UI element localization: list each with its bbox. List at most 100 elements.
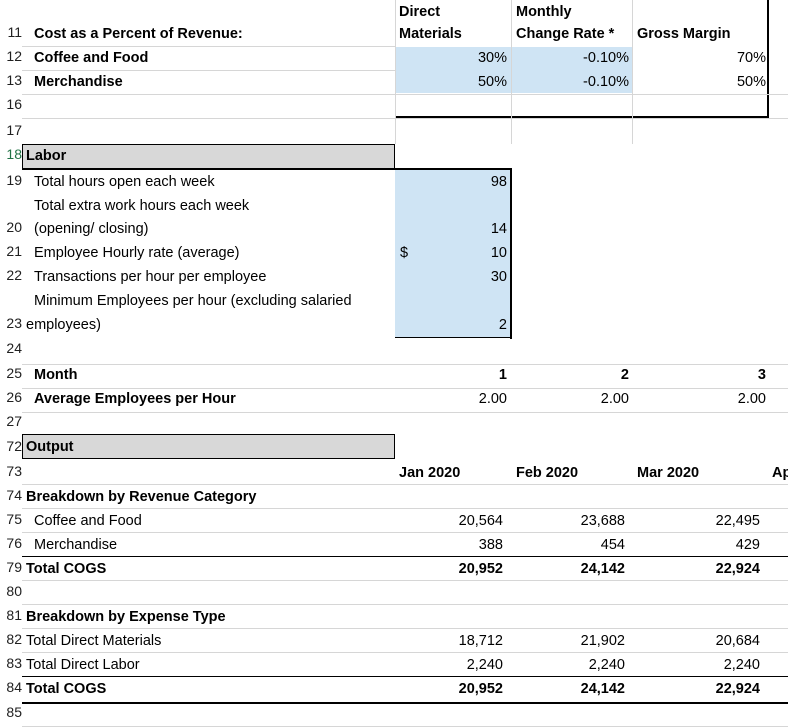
cost-percent-title[interactable]: Cost as a Percent of Revenue: xyxy=(34,24,243,44)
min-employees-label-line2[interactable]: employees) xyxy=(26,315,101,335)
cost-box-right xyxy=(767,0,769,118)
total-hours-label[interactable]: Total hours open each week xyxy=(34,172,215,192)
revenue-total-value[interactable]: 24,142 xyxy=(512,559,625,579)
expense-row-value[interactable]: 18,712 xyxy=(395,631,503,651)
row-header[interactable]: 83 xyxy=(0,655,22,671)
month-value[interactable]: 3 xyxy=(632,365,766,385)
labor-box-top xyxy=(22,168,512,170)
row-header[interactable]: 11 xyxy=(0,24,22,40)
row-header[interactable]: 13 xyxy=(0,72,22,88)
gross-margin-value[interactable]: 50% xyxy=(632,72,766,92)
direct-materials-header-line2[interactable]: Materials xyxy=(399,24,462,44)
row-number: 22 xyxy=(6,267,22,283)
expense-total-value[interactable]: 20,952 xyxy=(395,679,503,699)
change-rate-value[interactable]: -0.10% xyxy=(512,48,629,68)
expense-row-value[interactable]: 21,902 xyxy=(512,631,625,651)
row-header[interactable]: 26 xyxy=(0,389,22,405)
expense-row-label[interactable]: Total Direct Materials xyxy=(26,631,161,651)
labor-box-right xyxy=(510,168,512,339)
total-hours-value[interactable]: 98 xyxy=(395,172,507,192)
monthly-change-header-line2[interactable]: Change Rate * xyxy=(516,24,614,44)
extra-hours-value[interactable]: 14 xyxy=(395,219,507,239)
row-header[interactable]: 76 xyxy=(0,535,22,551)
expense-row-value[interactable]: 2,240 xyxy=(632,655,760,675)
row-header[interactable]: 20 xyxy=(0,219,22,235)
revenue-total-value[interactable]: 22,924 xyxy=(632,559,760,579)
expense-total-value[interactable]: 24,142 xyxy=(512,679,625,699)
output-column-header[interactable]: Mar 2020 xyxy=(637,463,699,483)
revenue-row-label[interactable]: Merchandise xyxy=(34,535,117,555)
row-header[interactable]: 25 xyxy=(0,365,22,381)
row-header[interactable]: 82 xyxy=(0,631,22,647)
hourly-rate-value[interactable]: 10 xyxy=(395,243,507,263)
gross-margin-header[interactable]: Gross Margin xyxy=(637,24,730,44)
gross-margin-value[interactable]: 70% xyxy=(632,48,766,68)
row-header[interactable]: 22 xyxy=(0,267,22,283)
row-header[interactable]: 23 xyxy=(0,315,22,331)
avg-employees-value[interactable]: 2.00 xyxy=(512,389,629,409)
row-header[interactable]: 84 xyxy=(0,679,22,695)
revenue-breakdown-title[interactable]: Breakdown by Revenue Category xyxy=(26,487,256,507)
row-header-selected[interactable]: 18 xyxy=(0,146,22,162)
row-header[interactable]: 75 xyxy=(0,511,22,527)
row-header[interactable]: 12 xyxy=(0,48,22,64)
row-header[interactable]: 79 xyxy=(0,559,22,575)
revenue-row-value[interactable]: 429 xyxy=(632,535,760,555)
cost-item-label[interactable]: Coffee and Food xyxy=(34,48,148,68)
row-header[interactable]: 24 xyxy=(0,340,22,356)
expense-total-value[interactable]: 22,924 xyxy=(632,679,760,699)
change-rate-value[interactable]: -0.10% xyxy=(512,72,629,92)
revenue-row-label[interactable]: Coffee and Food xyxy=(34,511,142,531)
monthly-change-header[interactable]: Monthly xyxy=(516,2,572,22)
month-label[interactable]: Month xyxy=(34,365,77,385)
revenue-total-label[interactable]: Total COGS xyxy=(26,559,106,579)
revenue-row-value[interactable]: 454 xyxy=(512,535,625,555)
row-number: 27 xyxy=(6,413,22,429)
row-header[interactable]: 74 xyxy=(0,487,22,503)
expense-breakdown-title[interactable]: Breakdown by Expense Type xyxy=(26,607,226,627)
row-header[interactable]: 17 xyxy=(0,122,22,138)
labor-section-title[interactable]: Labor xyxy=(26,146,66,166)
revenue-row-value[interactable]: 23,688 xyxy=(512,511,625,531)
row-header[interactable]: 85 xyxy=(0,704,22,720)
revenue-row-value[interactable]: 388 xyxy=(395,535,503,555)
output-column-header[interactable]: Jan 2020 xyxy=(399,463,460,483)
spreadsheet-grid[interactable]: 11 12 13 16 17 18 19 20 21 22 23 24 25 2… xyxy=(0,0,788,728)
row-header[interactable]: 73 xyxy=(0,463,22,479)
extra-hours-label[interactable]: Total extra work hours each week xyxy=(34,196,249,216)
row-header[interactable]: 72 xyxy=(0,438,22,454)
direct-materials-value[interactable]: 30% xyxy=(395,48,507,68)
expense-total-label[interactable]: Total COGS xyxy=(26,679,106,699)
expense-row-value[interactable]: 20,684 xyxy=(632,631,760,651)
revenue-total-value[interactable]: 20,952 xyxy=(395,559,503,579)
direct-materials-value[interactable]: 50% xyxy=(395,72,507,92)
expense-row-label[interactable]: Total Direct Labor xyxy=(26,655,140,675)
extra-hours-label-line2[interactable]: (opening/ closing) xyxy=(34,219,148,239)
hourly-rate-label[interactable]: Employee Hourly rate (average) xyxy=(34,243,240,263)
expense-row-value[interactable]: 2,240 xyxy=(395,655,503,675)
month-value[interactable]: 2 xyxy=(512,365,629,385)
revenue-row-value[interactable]: 20,564 xyxy=(395,511,503,531)
output-column-header[interactable]: Feb 2020 xyxy=(516,463,578,483)
month-value[interactable]: 1 xyxy=(395,365,507,385)
row-number: 17 xyxy=(6,122,22,138)
cost-item-label[interactable]: Merchandise xyxy=(34,72,123,92)
row-header[interactable]: 16 xyxy=(0,96,22,112)
min-employees-value[interactable]: 2 xyxy=(395,315,507,335)
output-section-title[interactable]: Output xyxy=(26,437,74,457)
output-column-header[interactable]: Ap xyxy=(772,463,788,483)
direct-materials-header[interactable]: Direct xyxy=(399,2,440,22)
transactions-value[interactable]: 30 xyxy=(395,267,507,287)
min-employees-label[interactable]: Minimum Employees per hour (excluding sa… xyxy=(34,291,352,311)
expense-row-value[interactable]: 2,240 xyxy=(512,655,625,675)
row-header[interactable]: 81 xyxy=(0,607,22,623)
avg-employees-value[interactable]: 2.00 xyxy=(395,389,507,409)
row-header[interactable]: 19 xyxy=(0,172,22,188)
row-header[interactable]: 80 xyxy=(0,583,22,599)
row-header[interactable]: 27 xyxy=(0,413,22,429)
row-header[interactable]: 21 xyxy=(0,243,22,259)
transactions-label[interactable]: Transactions per hour per employee xyxy=(34,267,266,287)
avg-employees-label[interactable]: Average Employees per Hour xyxy=(34,389,236,409)
revenue-row-value[interactable]: 22,495 xyxy=(632,511,760,531)
avg-employees-value[interactable]: 2.00 xyxy=(632,389,766,409)
